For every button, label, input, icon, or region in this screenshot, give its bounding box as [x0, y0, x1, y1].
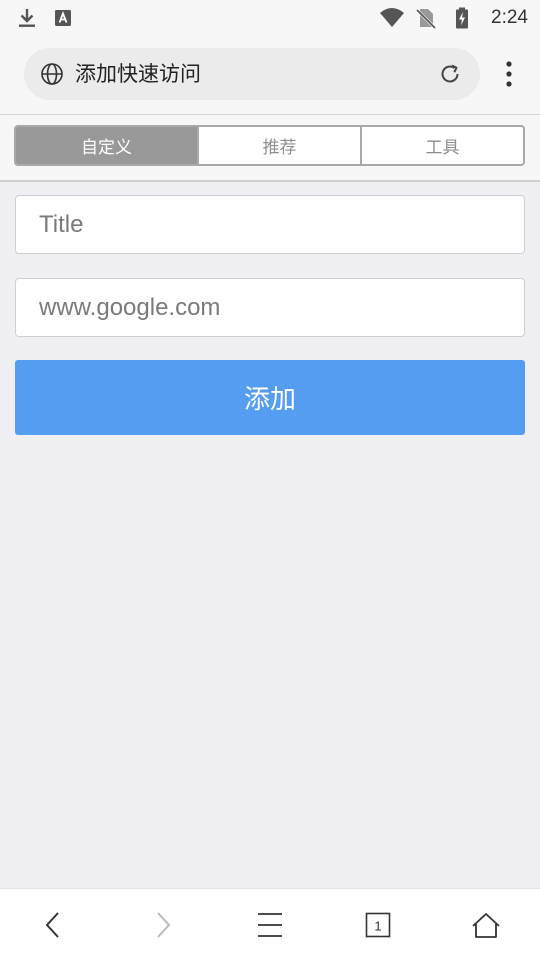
status-left	[16, 7, 74, 29]
segmented-tabs: 自定义 推荐 工具	[14, 125, 525, 166]
wifi-icon	[379, 7, 405, 29]
tab-custom[interactable]: 自定义	[16, 127, 199, 164]
back-icon[interactable]	[35, 907, 71, 943]
url-input[interactable]	[15, 278, 525, 337]
refresh-icon[interactable]	[438, 62, 462, 86]
battery-charging-icon	[451, 7, 473, 29]
tabs-icon[interactable]: 1	[360, 907, 396, 943]
tabs-area: 自定义 推荐 工具	[0, 114, 540, 182]
title-input[interactable]	[15, 195, 525, 254]
status-right: 2:24	[379, 7, 528, 30]
tab-tools[interactable]: 工具	[362, 127, 523, 164]
status-time: 2:24	[491, 7, 528, 28]
download-icon	[16, 7, 38, 29]
forward-icon[interactable]	[145, 907, 181, 943]
menu-lines-icon[interactable]	[252, 907, 288, 943]
home-icon[interactable]	[468, 907, 504, 943]
address-bar[interactable]: 添加快速访问	[24, 48, 480, 100]
status-bar: 2:24	[0, 0, 540, 36]
font-app-icon	[52, 7, 74, 29]
more-vert-icon[interactable]	[498, 60, 520, 88]
tab-recommended[interactable]: 推荐	[199, 127, 362, 164]
page-title: 添加快速访问	[75, 62, 201, 86]
no-sim-icon	[415, 7, 437, 30]
tab-count: 1	[374, 919, 381, 934]
bottom-nav: 1	[0, 888, 540, 960]
globe-icon	[40, 62, 64, 86]
browser-toolbar: 添加快速访问	[0, 36, 540, 114]
add-button[interactable]: 添加	[15, 360, 525, 435]
